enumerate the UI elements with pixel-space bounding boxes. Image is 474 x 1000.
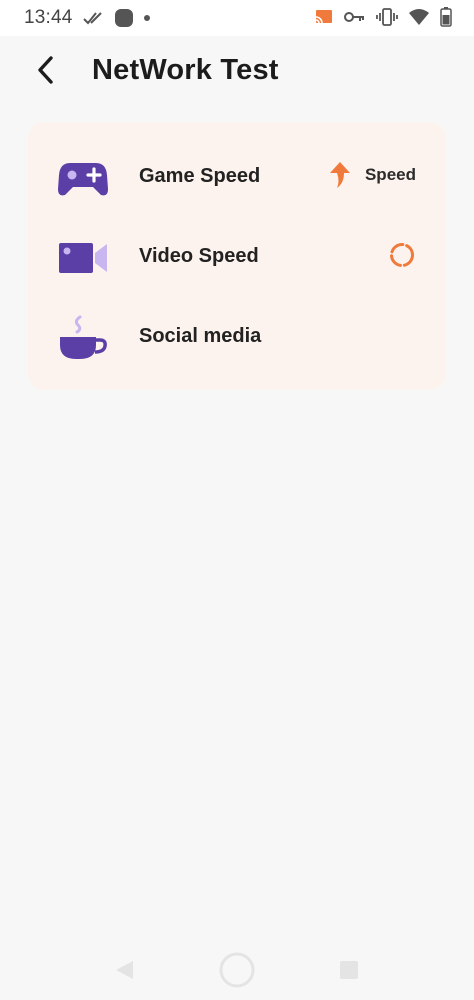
test-status: Speed — [329, 161, 416, 189]
battery-icon — [440, 7, 452, 27]
back-button[interactable] — [28, 50, 62, 90]
page-title: NetWork Test — [92, 54, 279, 86]
test-label: Video Speed — [139, 245, 259, 267]
test-row-video-speed[interactable]: Video Speed — [28, 217, 446, 297]
vpn-key-icon — [344, 12, 364, 22]
vibrate-icon — [376, 8, 398, 26]
test-label: Game Speed — [139, 165, 261, 187]
gamepad-icon — [58, 163, 108, 196]
dot-icon — [144, 15, 150, 21]
test-row-game-speed[interactable]: Game Speed Speed — [28, 137, 446, 217]
chevron-left-icon — [38, 56, 53, 84]
coffee-cup-icon — [60, 315, 107, 359]
status-bar: 13:44 — [0, 0, 474, 36]
test-status — [388, 241, 416, 269]
wifi-icon — [409, 9, 429, 25]
app-notification-icon — [115, 9, 133, 27]
video-camera-icon — [59, 243, 107, 273]
check-marks-icon — [83, 12, 102, 25]
nav-back-icon[interactable] — [113, 959, 135, 981]
status-right-icons — [314, 7, 452, 27]
header: NetWork Test — [0, 36, 474, 112]
test-row-social-media[interactable]: Social media — [28, 297, 446, 377]
arrow-up-icon — [329, 162, 350, 188]
cast-icon — [315, 10, 332, 24]
navigation-bar — [0, 938, 474, 1000]
status-text: Speed — [364, 165, 416, 184]
status-time: 13:44 — [24, 7, 73, 28]
nav-home-icon[interactable] — [218, 951, 256, 989]
network-test-card: Game Speed Speed Video Speed Social medi… — [28, 122, 446, 390]
loading-spinner-icon — [390, 243, 414, 267]
status-left-icons — [82, 8, 150, 28]
test-label: Social media — [139, 325, 262, 347]
nav-recent-icon[interactable] — [339, 960, 359, 980]
